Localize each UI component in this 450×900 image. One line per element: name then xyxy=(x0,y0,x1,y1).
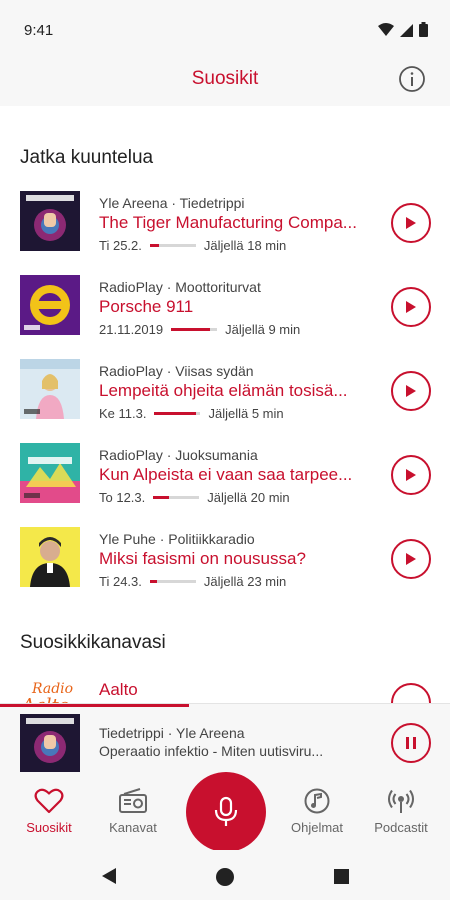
mini-player[interactable]: Tiedetrippi · Yle Areena Operaatio infek… xyxy=(0,703,450,778)
episode-progress: 21.11.2019 Jäljellä 9 min xyxy=(99,322,300,337)
continue-listening-heading: Jatka kuuntelua xyxy=(20,147,154,168)
episode-meta: Yle Puhe · Politiikkaradio xyxy=(99,531,255,547)
channel-item[interactable]: Radio Aalto Aalto xyxy=(0,675,450,705)
nav-item-kanavat[interactable]: Kanavat xyxy=(93,788,173,835)
progress-bar xyxy=(153,496,200,499)
music-note-icon xyxy=(304,788,330,814)
page-title: Suosikit xyxy=(191,68,259,89)
play-button[interactable] xyxy=(391,203,431,243)
episode-title[interactable]: Porsche 911 xyxy=(99,297,377,317)
episode-date: 21.11.2019 xyxy=(99,322,164,337)
playback-progress xyxy=(0,704,189,707)
episode-thumbnail xyxy=(20,443,80,503)
episode-progress: Ti 25.2. Jäljellä 18 min xyxy=(99,238,286,253)
episode-meta: Yle Areena · Tiedetrippi xyxy=(99,195,245,211)
time-remaining: Jäljellä 20 min xyxy=(207,490,290,505)
episode-progress: Ke 11.3. Jäljellä 5 min xyxy=(99,406,284,421)
episode-date: To 12.3. xyxy=(99,490,146,505)
progress-bar xyxy=(149,244,196,247)
system-nav-bar xyxy=(0,850,450,900)
play-button[interactable] xyxy=(391,539,431,579)
play-button[interactable] xyxy=(391,683,431,705)
nav-item-podcastit[interactable]: Podcastit xyxy=(361,788,441,835)
play-icon xyxy=(406,553,416,565)
battery-icon xyxy=(419,22,428,37)
back-icon[interactable] xyxy=(101,867,117,885)
episode-date: Ti 25.2. xyxy=(99,238,142,253)
episode-date: Ke 11.3. xyxy=(99,406,147,421)
list-item[interactable]: Yle Areena · Tiedetrippi The Tiger Manuf… xyxy=(0,191,450,275)
app-bar: Suosikit xyxy=(0,56,450,106)
nav-label: Suosikit xyxy=(26,820,72,835)
play-icon xyxy=(406,217,416,229)
episode-thumbnail xyxy=(20,191,80,251)
status-icons xyxy=(378,22,428,37)
play-icon xyxy=(406,301,416,313)
time-remaining: Jäljellä 9 min xyxy=(225,322,301,337)
cell-signal-icon xyxy=(400,23,413,37)
play-button[interactable] xyxy=(391,371,431,411)
info-icon[interactable] xyxy=(398,65,426,93)
recents-icon[interactable] xyxy=(334,869,349,884)
nav-item-ohjelmat[interactable]: Ohjelmat xyxy=(277,788,357,835)
list-item[interactable]: RadioPlay · Moottoriturvat Porsche 911 2… xyxy=(0,275,450,359)
episode-thumbnail xyxy=(20,527,80,587)
progress-bar xyxy=(154,412,201,415)
episode-meta: RadioPlay · Moottoriturvat xyxy=(99,279,261,295)
episode-thumbnail xyxy=(20,359,80,419)
play-button[interactable] xyxy=(391,287,431,327)
list-item[interactable]: RadioPlay · Juoksumania Kun Alpeista ei … xyxy=(0,443,450,527)
favorite-channels-heading: Suosikkikanavasi xyxy=(20,632,166,653)
radio-icon xyxy=(119,788,147,813)
progress-bar xyxy=(171,328,218,331)
now-playing-thumbnail xyxy=(20,714,80,772)
play-icon xyxy=(406,469,416,481)
episode-meta: RadioPlay · Juoksumania xyxy=(99,447,258,463)
episode-date: Ti 24.3. xyxy=(99,574,142,589)
channel-logo: Radio Aalto xyxy=(20,681,73,705)
status-time: 9:41 xyxy=(24,22,54,39)
episode-progress: Ti 24.3. Jäljellä 23 min xyxy=(99,574,286,589)
episode-progress: To 12.3. Jäljellä 20 min xyxy=(99,490,290,505)
nav-label: Ohjelmat xyxy=(290,820,344,835)
channel-name[interactable]: Aalto xyxy=(99,680,138,700)
episode-meta: RadioPlay · Viisas sydän xyxy=(99,363,254,379)
wifi-icon xyxy=(378,22,394,36)
time-remaining: Jäljellä 23 min xyxy=(203,574,287,589)
episode-title[interactable]: Lempeitä ohjeita elämän tosisä... xyxy=(99,381,377,401)
pause-icon xyxy=(406,737,416,749)
time-remaining: Jäljellä 5 min xyxy=(208,406,284,421)
time-remaining: Jäljellä 18 min xyxy=(203,238,287,253)
home-icon[interactable] xyxy=(215,867,235,887)
nav-label: Kanavat xyxy=(109,820,157,835)
nav-item-suosikit[interactable]: Suosikit xyxy=(9,788,89,835)
play-button[interactable] xyxy=(391,455,431,495)
heart-icon xyxy=(34,788,64,814)
episode-title[interactable]: Kun Alpeista ei vaan saa tarpee... xyxy=(99,465,377,485)
voice-search-button[interactable] xyxy=(186,772,266,852)
status-bar: 9:41 xyxy=(0,0,450,56)
episode-title[interactable]: The Tiger Manufacturing Compa... xyxy=(99,213,377,233)
episode-thumbnail xyxy=(20,275,80,335)
podcast-icon xyxy=(388,789,414,813)
now-playing-title: Operaatio infektio - Miten uutisviru... xyxy=(99,743,324,759)
microphone-icon xyxy=(214,796,238,826)
progress-bar xyxy=(149,580,196,583)
list-item[interactable]: Yle Puhe · Politiikkaradio Miksi fasismi… xyxy=(0,527,450,611)
nav-label: Podcastit xyxy=(374,820,428,835)
play-icon xyxy=(406,385,416,397)
episode-title[interactable]: Miksi fasismi on nousussa? xyxy=(99,549,377,569)
pause-button[interactable] xyxy=(391,723,431,763)
list-item[interactable]: RadioPlay · Viisas sydän Lempeitä ohjeit… xyxy=(0,359,450,443)
now-playing-meta: Tiedetrippi · Yle Areena xyxy=(99,725,245,741)
